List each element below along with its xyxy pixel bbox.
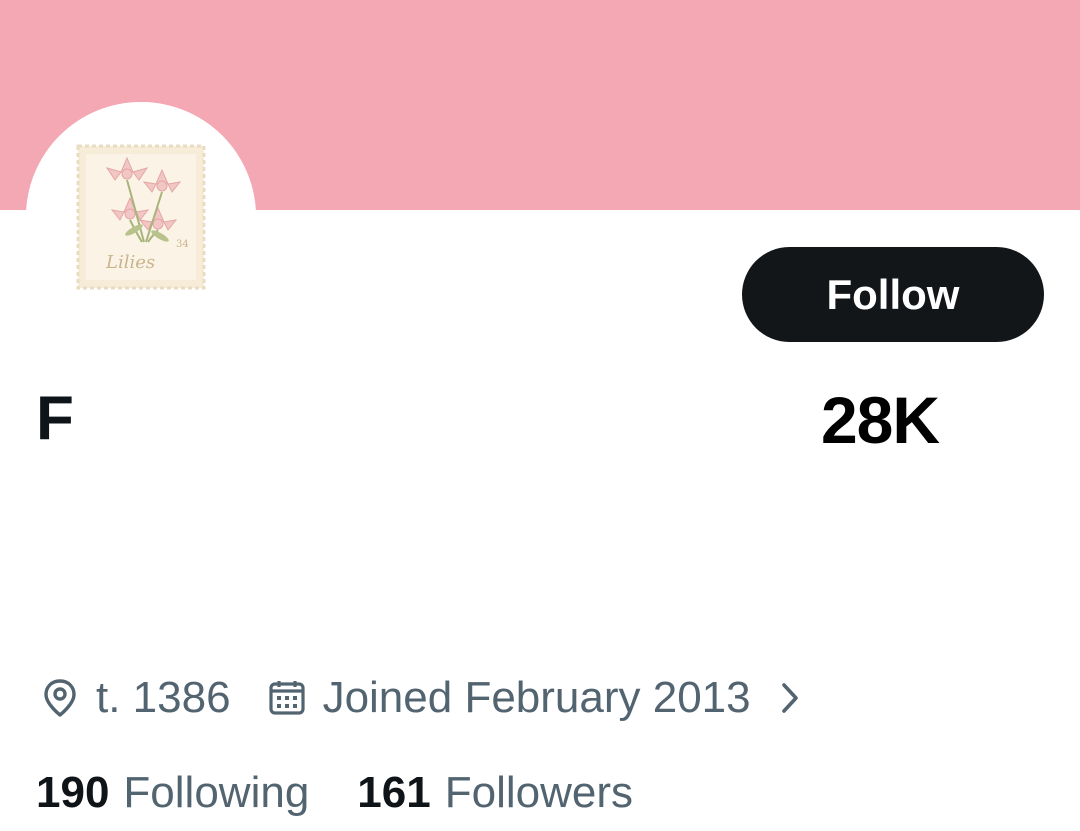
avatar[interactable]: 34 Lilies bbox=[26, 102, 256, 332]
following-count: 190 bbox=[36, 768, 110, 817]
profile-meta-row: t. 1386 Joined February 2013 bbox=[40, 668, 801, 728]
joined-text: Joined February 2013 bbox=[322, 673, 751, 722]
followers-label: Followers bbox=[444, 768, 633, 817]
chevron-right-icon[interactable] bbox=[779, 681, 801, 715]
joined-item: Joined February 2013 bbox=[267, 673, 751, 723]
location-pin-icon bbox=[40, 678, 80, 718]
followers-count: 161 bbox=[357, 768, 431, 817]
display-name: F bbox=[36, 384, 74, 453]
following-link[interactable]: 190 Following bbox=[36, 765, 309, 821]
location-item: t. 1386 bbox=[40, 673, 231, 723]
avatar-stamp-image: 34 Lilies bbox=[26, 102, 256, 332]
overlay-stat: 28K bbox=[820, 383, 940, 457]
calendar-icon bbox=[267, 678, 307, 718]
followers-link[interactable]: 161 Followers bbox=[357, 765, 633, 821]
location-text: t. 1386 bbox=[96, 673, 231, 722]
follow-button[interactable]: Follow bbox=[742, 247, 1044, 342]
follow-counts: 190 Following 161 Followers bbox=[36, 765, 633, 821]
following-label: Following bbox=[123, 768, 310, 817]
svg-text:34: 34 bbox=[176, 239, 189, 250]
svg-text:Lilies: Lilies bbox=[105, 252, 155, 273]
